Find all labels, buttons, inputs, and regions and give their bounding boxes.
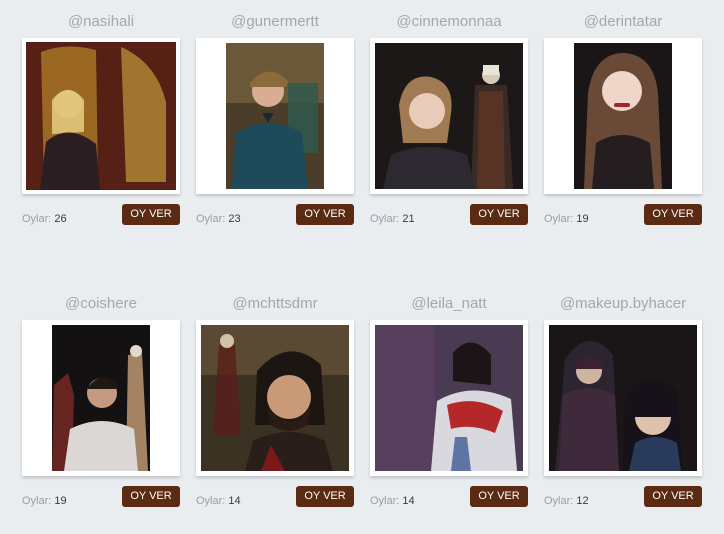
photo-frame	[370, 38, 528, 194]
vote-button[interactable]: OY VER	[644, 204, 702, 225]
photo-frame	[544, 320, 702, 476]
entry-photo[interactable]	[201, 325, 349, 471]
entry-photo[interactable]	[549, 325, 697, 471]
vote-button[interactable]: OY VER	[470, 486, 528, 507]
votes-value: 19	[54, 495, 67, 507]
votes-value: 23	[228, 213, 241, 225]
votes-label: Oylar:	[544, 495, 574, 507]
votes-label: Oylar:	[22, 495, 52, 507]
username-link[interactable]: @nasihali	[22, 12, 180, 32]
entry-photo[interactable]	[52, 325, 150, 471]
username-link[interactable]: @derintatar	[544, 12, 702, 32]
vote-button[interactable]: OY VER	[296, 204, 354, 225]
votes-value: 26	[54, 213, 67, 225]
username-link[interactable]: @coishere	[22, 294, 180, 314]
username-link[interactable]: @gunermertt	[196, 12, 354, 32]
votes-value: 19	[576, 213, 589, 225]
entry-photo[interactable]	[226, 43, 324, 189]
photo-frame	[370, 320, 528, 476]
vote-count: Oylar: 12	[544, 494, 589, 508]
vote-button[interactable]: OY VER	[296, 486, 354, 507]
photo-frame	[196, 320, 354, 476]
entry-photo[interactable]	[574, 43, 672, 189]
photo-frame	[196, 38, 354, 194]
votes-label: Oylar:	[22, 213, 52, 225]
votes-value: 14	[402, 495, 415, 507]
photo-frame	[22, 320, 180, 476]
vote-button[interactable]: OY VER	[122, 204, 180, 225]
photo-frame	[544, 38, 702, 194]
votes-label: Oylar:	[196, 495, 226, 507]
vote-count: Oylar: 21	[370, 212, 415, 226]
vote-count: Oylar: 14	[370, 494, 415, 508]
vote-count: Oylar: 14	[196, 494, 241, 508]
vote-button[interactable]: OY VER	[470, 204, 528, 225]
username-link[interactable]: @makeup.byhacer	[544, 294, 702, 314]
vote-count: Oylar: 19	[544, 212, 589, 226]
entry-photo[interactable]	[375, 43, 523, 189]
vote-count: Oylar: 23	[196, 212, 241, 226]
username-link[interactable]: @cinnemonnaa	[370, 12, 528, 32]
votes-label: Oylar:	[370, 213, 400, 225]
votes-value: 14	[228, 495, 241, 507]
vote-button[interactable]: OY VER	[644, 486, 702, 507]
votes-label: Oylar:	[544, 213, 574, 225]
entry-photo[interactable]	[26, 42, 176, 190]
vote-count: Oylar: 19	[22, 494, 67, 508]
votes-label: Oylar:	[370, 495, 400, 507]
photo-frame	[22, 38, 180, 194]
votes-value: 21	[402, 213, 415, 225]
vote-button[interactable]: OY VER	[122, 486, 180, 507]
entry-photo[interactable]	[375, 325, 523, 471]
vote-count: Oylar: 26	[22, 212, 67, 226]
votes-value: 12	[576, 495, 589, 507]
username-link[interactable]: @leila_natt	[370, 294, 528, 314]
username-link[interactable]: @mchttsdmr	[196, 294, 354, 314]
votes-label: Oylar:	[196, 213, 226, 225]
contest-grid: @nasihali Oylar: 26 OY VER @gunermertt O…	[0, 0, 724, 534]
